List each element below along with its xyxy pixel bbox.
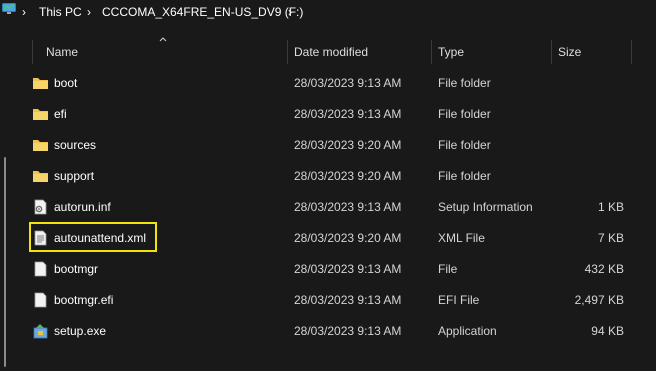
- column-header-size[interactable]: Size: [558, 40, 581, 64]
- blank-file-icon: [34, 261, 47, 277]
- list-item[interactable]: bootmgr.efi 28/03/2023 9:13 AM EFI File …: [28, 285, 648, 315]
- column-header-date-modified[interactable]: Date modified: [294, 40, 368, 64]
- file-size: 94 KB: [591, 324, 624, 338]
- column-divider[interactable]: [631, 40, 632, 64]
- folder-icon: [33, 140, 48, 151]
- file-name: efi: [54, 107, 67, 121]
- file-type: Setup Information: [438, 200, 533, 214]
- folder-icon: [33, 171, 48, 182]
- folder-icon: [33, 109, 48, 120]
- file-type: File folder: [438, 107, 491, 121]
- settings-file-icon: [34, 199, 47, 215]
- column-header-name[interactable]: Name: [46, 40, 78, 64]
- breadcrumb-separator[interactable]: ›: [22, 4, 26, 20]
- file-size: 2,497 KB: [574, 293, 624, 307]
- sort-ascending-icon: [159, 37, 167, 42]
- file-date: 28/03/2023 9:20 AM: [294, 138, 402, 152]
- file-name: support: [54, 169, 95, 183]
- address-bar[interactable]: › This PC › CCCOMA_X64FRE_EN-US_DV9 (F:)…: [0, 0, 656, 24]
- file-date: 28/03/2023 9:13 AM: [294, 293, 402, 307]
- file-date: 28/03/2023 9:13 AM: [294, 107, 402, 121]
- column-divider[interactable]: [431, 40, 432, 64]
- file-name: boot: [54, 76, 78, 90]
- file-size: 432 KB: [584, 262, 624, 276]
- file-date: 28/03/2023 9:13 AM: [294, 200, 402, 214]
- file-name: autorun.inf: [54, 200, 111, 214]
- blank-file-icon: [34, 292, 47, 308]
- list-item[interactable]: support 28/03/2023 9:20 AM File folder: [28, 161, 648, 191]
- list-item[interactable]: autorun.inf 28/03/2023 9:13 AM Setup Inf…: [28, 192, 648, 222]
- column-divider[interactable]: [287, 40, 288, 64]
- file-size: 1 KB: [597, 200, 624, 214]
- breadcrumb-drive[interactable]: CCCOMA_X64FRE_EN-US_DV9 (F:): [102, 4, 303, 20]
- this-pc-icon: [2, 3, 16, 14]
- column-divider[interactable]: [551, 40, 552, 64]
- file-date: 28/03/2023 9:20 AM: [294, 231, 402, 245]
- file-name: sources: [54, 138, 97, 152]
- file-size: 7 KB: [597, 231, 624, 245]
- list-item[interactable]: bootmgr 28/03/2023 9:13 AM File 432 KB: [28, 254, 648, 284]
- file-type: File: [438, 262, 458, 276]
- installer-icon: [33, 324, 48, 339]
- file-type: File folder: [438, 169, 491, 183]
- file-type: EFI File: [438, 293, 480, 307]
- breadcrumb-this-pc[interactable]: This PC: [39, 4, 82, 20]
- file-date: 28/03/2023 9:13 AM: [294, 324, 402, 338]
- breadcrumb-separator[interactable]: ›: [288, 4, 292, 20]
- file-name: setup.exe: [54, 324, 107, 338]
- file-name: bootmgr: [54, 262, 99, 276]
- file-type: File folder: [438, 76, 491, 90]
- file-type: Application: [438, 324, 497, 338]
- file-date: 28/03/2023 9:13 AM: [294, 262, 402, 276]
- list-item[interactable]: setup.exe 28/03/2023 9:13 AM Application…: [28, 316, 648, 346]
- list-item[interactable]: efi 28/03/2023 9:13 AM File folder: [28, 99, 648, 129]
- list-item[interactable]: boot 28/03/2023 9:13 AM File folder: [28, 68, 648, 98]
- column-divider: [32, 40, 33, 64]
- file-date: 28/03/2023 9:20 AM: [294, 169, 402, 183]
- breadcrumb-separator[interactable]: ›: [87, 4, 91, 20]
- column-header-type[interactable]: Type: [438, 40, 464, 64]
- file-type: XML File: [438, 231, 485, 245]
- file-type: File folder: [438, 138, 491, 152]
- highlight-annotation-box: [29, 222, 157, 252]
- list-item[interactable]: sources 28/03/2023 9:20 AM File folder: [28, 130, 648, 160]
- file-name: bootmgr.efi: [54, 293, 114, 307]
- file-date: 28/03/2023 9:13 AM: [294, 76, 402, 90]
- folder-icon: [33, 78, 48, 89]
- navigation-pane-scrollbar[interactable]: [4, 157, 6, 367]
